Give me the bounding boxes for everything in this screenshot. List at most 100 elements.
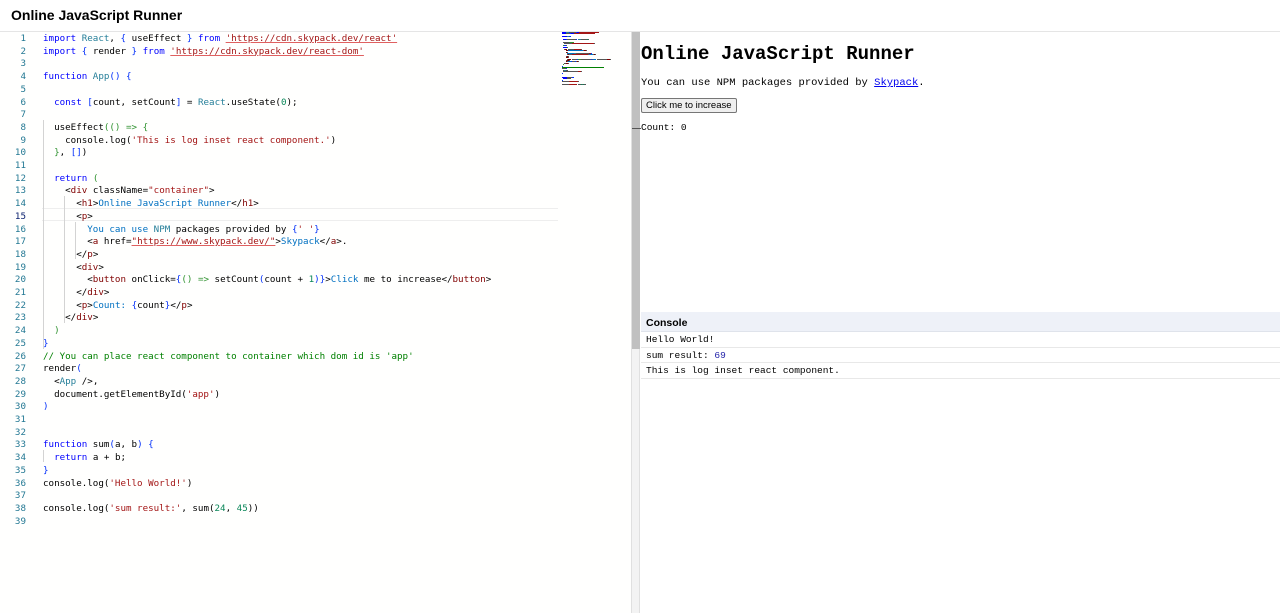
code-line[interactable]: 29 document.getElementById('app') <box>0 389 560 402</box>
code-line[interactable]: 35} <box>0 465 560 478</box>
code-line[interactable]: 34 return a + b; <box>0 452 560 465</box>
line-number: 37 <box>14 490 26 502</box>
code-token: < <box>43 185 71 197</box>
code-token: () => <box>181 274 215 286</box>
code-line[interactable]: 6 const [count, setCount] = React.useSta… <box>0 97 560 110</box>
code-line[interactable]: 26 // You can place react component to co… <box>0 351 560 364</box>
code-line[interactable]: 12 return ( <box>0 173 560 186</box>
line-number: 35 <box>14 464 26 476</box>
code-text[interactable]: function sum(a, b) { <box>43 439 154 452</box>
code-text[interactable]: document.getElementById('app') <box>43 389 220 402</box>
code-text[interactable]: import { render } from 'https://cdn.skyp… <box>43 46 364 59</box>
code-text[interactable]: ) <box>43 401 49 414</box>
code-line[interactable]: 14 <h1>Online JavaScript Runner</h1> <box>0 198 560 211</box>
count-display: Count: 0 <box>641 122 687 133</box>
code-line[interactable]: 8 useEffect(() => { <box>0 122 560 135</box>
code-line[interactable]: 9 console.log('This is log inset react c… <box>0 135 560 148</box>
code-token: < <box>43 299 82 311</box>
code-line[interactable]: 36 console.log('Hello World!') <box>0 478 560 491</box>
code-text[interactable]: console.log('Hello World!') <box>43 478 192 491</box>
code-text[interactable]: } <box>43 465 49 478</box>
line-number: 18 <box>14 248 26 260</box>
minimap-stroke <box>568 36 572 38</box>
console-text: sum result: <box>646 349 715 361</box>
code-text[interactable]: <div className="container"> <box>43 185 214 198</box>
line-number: 33 <box>14 439 26 451</box>
code-line[interactable]: 22 <p>Count: {count}</p> <box>0 300 560 313</box>
code-text[interactable]: <a href="https://www.skypack.dev/">Skypa… <box>43 236 347 249</box>
splitter-handle[interactable] <box>632 32 640 349</box>
code-text[interactable]: </div> <box>43 312 98 325</box>
minimap-stroke <box>596 58 607 60</box>
code-text[interactable]: function App() { <box>43 71 132 84</box>
code-line[interactable]: 31 <box>0 414 560 427</box>
code-line[interactable]: 1 import React, { useEffect } from 'https… <box>0 33 560 46</box>
code-token: App <box>59 375 77 387</box>
code-line[interactable]: 4 function App() { <box>0 71 560 84</box>
code-line[interactable]: 25} <box>0 338 560 351</box>
code-token: useEffect <box>131 33 187 44</box>
code-line[interactable]: 39 <box>0 516 560 529</box>
skypack-link[interactable]: Skypack <box>874 77 918 89</box>
code-line[interactable]: 37 <box>0 490 560 503</box>
code-text[interactable]: const [count, setCount] = React.useState… <box>43 97 298 110</box>
code-token: console.log( <box>43 502 110 514</box>
code-line[interactable]: 19 <div> <box>0 262 560 275</box>
minimap-stroke <box>565 44 567 46</box>
code-text[interactable]: <h1>Online JavaScript Runner</h1> <box>43 198 259 211</box>
code-line[interactable]: 3 <box>0 58 560 71</box>
code-line[interactable]: 27 render( <box>0 363 560 376</box>
code-line[interactable]: 11 <box>0 160 560 173</box>
code-line[interactable]: 10 }, []) <box>0 147 560 160</box>
code-token: 'https://cdn.skypack.dev/react' <box>225 33 398 44</box>
code-line[interactable]: 15 <p> <box>0 211 560 224</box>
console-entry: This is log inset react component. <box>641 363 1280 379</box>
code-text[interactable]: <div> <box>43 262 104 275</box>
code-line[interactable]: 18 </p> <box>0 249 560 262</box>
code-line[interactable]: 23 </div> <box>0 312 560 325</box>
code-text[interactable]: <p> <box>43 211 93 224</box>
code-token: className= <box>87 185 149 197</box>
code-line[interactable]: 7 <box>0 109 560 122</box>
code-line[interactable]: 13 <div className="container"> <box>0 185 560 198</box>
code-token: ); <box>286 96 298 108</box>
code-line[interactable]: 24 ) <box>0 325 560 338</box>
minimap-stroke <box>571 54 589 56</box>
code-line[interactable]: 28 <App />, <box>0 376 560 389</box>
code-text[interactable]: <button onClick={() => setCount(count + … <box>43 274 491 287</box>
code-text[interactable]: return a + b; <box>43 452 126 465</box>
code-text[interactable]: }, []) <box>43 147 87 160</box>
code-token: me to increase</ <box>358 274 453 286</box>
code-line[interactable]: 38 console.log('sum result:', sum(24, 45)… <box>0 503 560 516</box>
code-text[interactable]: </p> <box>43 249 98 262</box>
code-text[interactable]: ) <box>43 325 60 338</box>
code-line[interactable]: 17 <a href="https://www.skypack.dev/">Sk… <box>0 236 560 249</box>
code-text[interactable]: console.log('This is log inset react com… <box>43 135 336 148</box>
code-line[interactable]: 33 function sum(a, b) { <box>0 439 560 452</box>
code-text[interactable]: You can use NPM packages provided by {' … <box>43 224 319 237</box>
code-text[interactable]: import React, { useEffect } from 'https:… <box>43 33 397 46</box>
code-line[interactable]: 30) <box>0 401 560 414</box>
code-line[interactable]: 5 <box>0 84 560 97</box>
console-entry: sum result: 69 <box>641 348 1280 363</box>
code-line[interactable]: 32 <box>0 427 560 440</box>
pane-splitter[interactable] <box>631 32 642 613</box>
code-text[interactable]: return ( <box>43 173 98 186</box>
code-line[interactable]: 21 </div> <box>0 287 560 300</box>
code-text[interactable]: </div> <box>43 287 109 300</box>
code-text[interactable]: <App />, <box>43 376 98 389</box>
code-editor[interactable]: 1 import React, { useEffect } from 'https… <box>0 32 631 613</box>
line-number: 9 <box>20 134 26 146</box>
code-text[interactable]: <p>Count: {count}</p> <box>43 299 192 313</box>
code-token: ) <box>43 325 60 337</box>
code-text[interactable]: useEffect(() => { <box>43 122 148 135</box>
code-text[interactable]: } <box>43 338 49 351</box>
code-line[interactable]: 16 You can use NPM packages provided by … <box>0 224 560 237</box>
code-line[interactable]: 2 import { render } from 'https://cdn.sky… <box>0 46 560 59</box>
code-text[interactable]: render( <box>43 363 82 376</box>
increase-button[interactable]: Click me to increase <box>641 98 737 113</box>
code-text[interactable]: // You can place react component to cont… <box>43 351 414 364</box>
code-text[interactable]: console.log('sum result:', sum(24, 45)) <box>43 503 259 516</box>
minimap[interactable] <box>562 32 628 92</box>
code-line[interactable]: 20 <button onClick={() => setCount(count… <box>0 274 560 287</box>
